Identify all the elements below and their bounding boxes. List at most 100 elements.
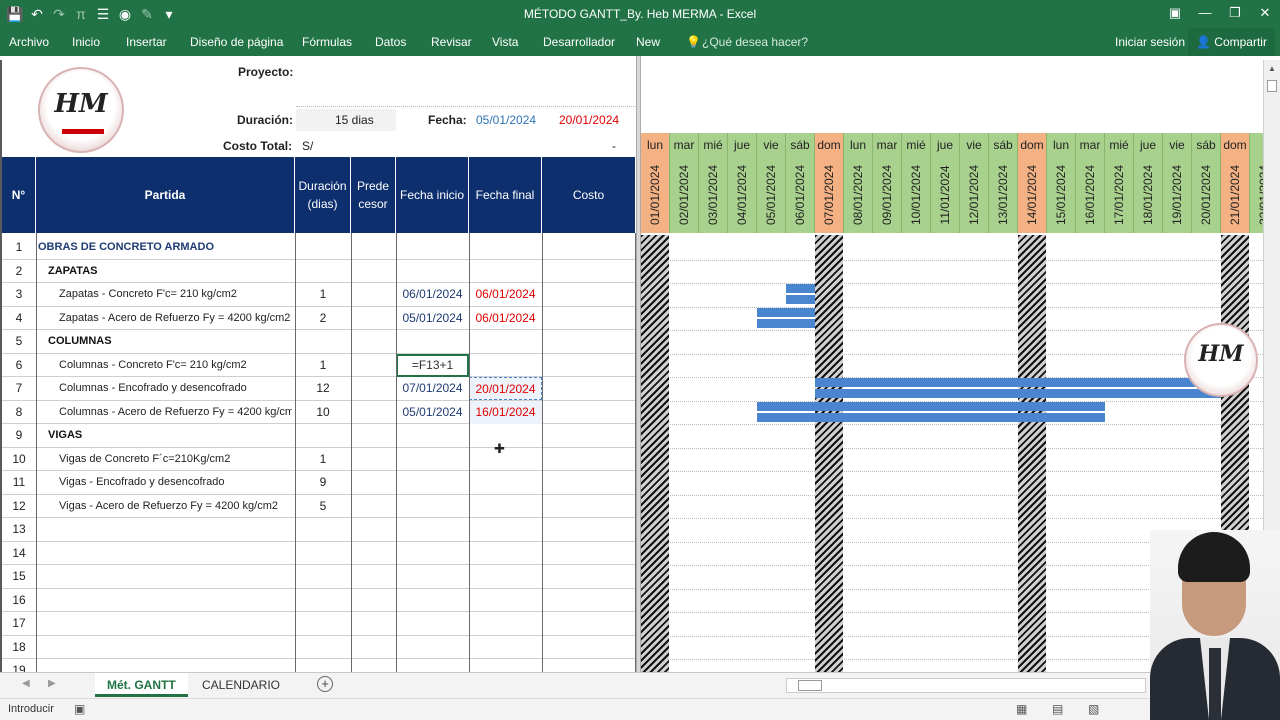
table-row[interactable]: 6 Columnas - Concreto F'c= 210 kg/cm2 1 =F1… — [2, 353, 636, 377]
fecha-inicio-cell[interactable] — [396, 565, 469, 588]
fecha-inicio-cell[interactable] — [396, 589, 469, 612]
partida-cell[interactable] — [59, 518, 292, 541]
scroll-thumb[interactable] — [1267, 80, 1277, 92]
table-row[interactable]: 9 VIGAS — [2, 424, 636, 448]
partida-cell[interactable]: Vigas - Encofrado y desencofrado — [59, 471, 292, 494]
table-row[interactable]: 13 — [2, 518, 636, 542]
fecha-final-cell[interactable]: 20/01/2024 — [469, 377, 542, 400]
fecha-inicio-cell[interactable] — [396, 636, 469, 659]
fecha-final-cell[interactable] — [469, 424, 542, 447]
duracion-cell[interactable] — [295, 260, 351, 283]
partida-cell[interactable] — [59, 659, 292, 672]
fecha-inicio-cell[interactable] — [396, 495, 469, 518]
table-row[interactable]: 11 Vigas - Encofrado y desencofrado 9 — [2, 471, 636, 495]
table-row[interactable]: 15 — [2, 565, 636, 589]
duracion-cell[interactable] — [295, 236, 351, 259]
hscroll-thumb[interactable] — [798, 680, 822, 691]
duracion-cell[interactable]: 12 — [295, 377, 351, 400]
fecha-final-cell[interactable] — [469, 260, 542, 283]
table-row[interactable]: 4 Zapatas - Acero de Refuerzo Fy = 4200 k… — [2, 307, 636, 330]
fecha-inicio-cell[interactable]: 07/01/2024 — [396, 377, 469, 400]
fecha-final-cell[interactable]: 06/01/2024 — [469, 307, 542, 330]
table-row[interactable]: 12 Vigas - Acero de Refuerzo Fy = 4200 kg… — [2, 495, 636, 518]
duracion-cell[interactable]: 10 — [295, 401, 351, 424]
duracion-cell[interactable] — [295, 330, 351, 353]
fecha-inicio-cell[interactable] — [396, 542, 469, 565]
tab-insertar[interactable]: Insertar — [126, 28, 167, 56]
tab-datos[interactable]: Datos — [375, 28, 406, 56]
fecha-inicio-value[interactable]: 05/01/2024 — [476, 113, 536, 127]
fecha-inicio-cell[interactable] — [396, 471, 469, 494]
fecha-final-cell[interactable] — [469, 471, 542, 494]
fecha-final-cell[interactable] — [469, 589, 542, 612]
table-row[interactable]: 8 Columnas - Acero de Refuerzo Fy = 4200 … — [2, 400, 636, 424]
tell-me-input[interactable]: ¿Qué desea hacer? — [702, 28, 808, 56]
normal-view-icon[interactable]: ▦ — [1016, 702, 1027, 716]
fecha-final-cell[interactable] — [469, 495, 542, 518]
tab-formulas[interactable]: Fórmulas — [302, 28, 352, 56]
fecha-inicio-cell[interactable] — [396, 330, 469, 353]
fecha-final-cell[interactable]: 06/01/2024 — [469, 283, 542, 306]
partida-cell[interactable]: Zapatas - Concreto F'c= 210 kg/cm2 — [59, 283, 292, 306]
partida-cell[interactable]: ZAPATAS — [48, 260, 292, 283]
fecha-inicio-cell[interactable] — [396, 424, 469, 447]
fecha-final-cell[interactable] — [469, 636, 542, 659]
tab-scroll-right-icon[interactable]: ▶ — [48, 678, 56, 689]
partida-cell[interactable]: VIGAS — [48, 424, 292, 447]
table-row[interactable]: 16 — [2, 589, 636, 612]
table-row[interactable]: 7 Columnas - Encofrado y desencofrado 12 07… — [2, 377, 636, 401]
partida-cell[interactable] — [59, 636, 292, 659]
table-row[interactable]: 5 COLUMNAS — [2, 330, 636, 354]
duracion-cell[interactable]: 9 — [295, 471, 351, 494]
duracion-cell[interactable]: 5 — [295, 495, 351, 518]
sheet-table-pane[interactable]: HM Proyecto: Duración: 15 dias Fecha: 05… — [0, 60, 636, 672]
table-row[interactable]: 17 — [2, 612, 636, 636]
ribbon-display-icon[interactable]: ▣ — [1160, 0, 1190, 28]
fecha-inicio-cell[interactable] — [396, 518, 469, 541]
fecha-inicio-cell[interactable] — [396, 448, 469, 471]
tab-diseno-pagina[interactable]: Diseño de página — [190, 28, 283, 56]
add-sheet-icon[interactable]: + — [317, 676, 333, 692]
share-button[interactable]: 👤 Compartir — [1188, 28, 1275, 56]
fecha-inicio-cell[interactable]: =F13+1 — [396, 353, 469, 377]
partida-cell[interactable] — [59, 565, 292, 588]
partida-cell[interactable]: Columnas - Acero de Refuerzo Fy = 4200 k… — [59, 401, 292, 424]
costo-total-value[interactable]: - — [612, 139, 616, 153]
duracion-cell[interactable] — [295, 518, 351, 541]
duracion-cell[interactable] — [295, 542, 351, 565]
partida-cell[interactable] — [59, 612, 292, 635]
duracion-value[interactable]: 15 dias — [335, 113, 374, 127]
fecha-final-cell[interactable] — [469, 659, 542, 672]
tab-desarrollador[interactable]: Desarrollador — [543, 28, 615, 56]
scroll-up-icon[interactable]: ▲ — [1268, 64, 1276, 73]
close-icon[interactable]: ✕ — [1250, 0, 1280, 28]
duracion-cell[interactable]: 1 — [295, 283, 351, 306]
fecha-final-cell[interactable] — [469, 448, 542, 471]
partida-cell[interactable]: Vigas de Concreto F´c=210Kg/cm2 — [59, 448, 292, 471]
tab-vista[interactable]: Vista — [492, 28, 518, 56]
tab-inicio[interactable]: Inicio — [72, 28, 100, 56]
tab-new[interactable]: New — [636, 28, 660, 56]
partida-cell[interactable]: Vigas - Acero de Refuerzo Fy = 4200 kg/c… — [59, 495, 292, 518]
duracion-cell[interactable] — [295, 589, 351, 612]
duracion-cell[interactable] — [295, 636, 351, 659]
table-row[interactable]: 19 — [2, 659, 636, 672]
partida-cell[interactable] — [59, 542, 292, 565]
tab-revisar[interactable]: Revisar — [431, 28, 472, 56]
duracion-cell[interactable] — [295, 612, 351, 635]
tab-archivo[interactable]: Archivo — [9, 28, 49, 56]
duracion-cell[interactable] — [295, 565, 351, 588]
restore-icon[interactable]: ❐ — [1220, 0, 1250, 28]
sign-in-link[interactable]: Iniciar sesión — [1115, 28, 1185, 56]
table-row[interactable]: 14 — [2, 542, 636, 565]
fecha-inicio-cell[interactable]: 05/01/2024 — [396, 307, 469, 330]
fecha-final-cell[interactable] — [469, 354, 542, 377]
duracion-cell[interactable]: 2 — [295, 307, 351, 330]
fecha-final-cell[interactable] — [469, 236, 542, 259]
minimize-icon[interactable]: — — [1190, 0, 1220, 28]
partida-cell[interactable]: Columnas - Encofrado y desencofrado — [59, 377, 292, 400]
duracion-cell[interactable]: 1 — [295, 448, 351, 471]
fecha-inicio-cell[interactable] — [396, 659, 469, 672]
partida-cell[interactable]: COLUMNAS — [48, 330, 292, 353]
fecha-inicio-cell[interactable] — [396, 260, 469, 283]
